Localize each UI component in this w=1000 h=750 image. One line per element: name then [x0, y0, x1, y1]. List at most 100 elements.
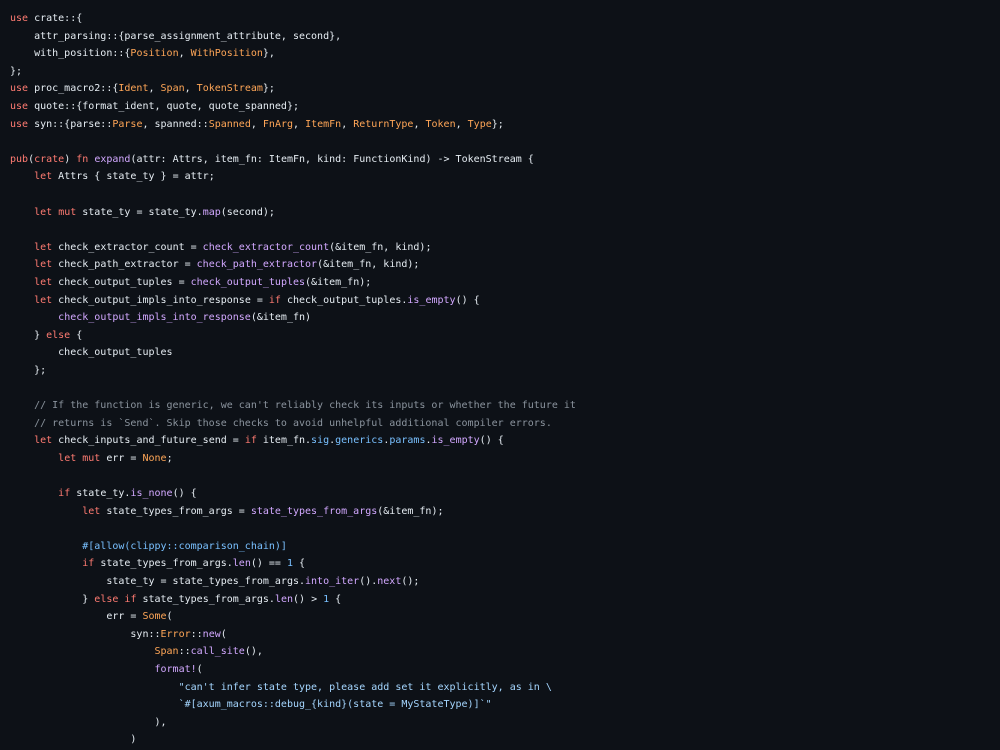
code-token: :: — [178, 646, 191, 658]
code-token: (&item_fn, kind); — [317, 259, 420, 271]
code-token: let — [34, 171, 53, 183]
code-token: ( — [166, 611, 173, 623]
code-token: if — [244, 435, 257, 447]
code-token: if — [58, 488, 71, 500]
code-token: state_types_from_args = — [100, 505, 251, 517]
code-token: check_output_tuples — [190, 276, 306, 288]
code-token: }; — [262, 83, 275, 95]
code-token: next — [377, 576, 402, 587]
code-token: () == — [250, 558, 287, 570]
code-editor[interactable]: use crate::{ attr_parsing::{parse_assign… — [0, 0, 1000, 750]
code-token: // returns is `Send`. Skip those checks … — [10, 417, 552, 429]
code-token: (attr: Attrs, item_fn: ItemFn, kind: Fun… — [130, 153, 534, 165]
code-line: let check_inputs_and_future_send = if it… — [10, 432, 1000, 450]
code-line: with_position::{Position, WithPosition}, — [10, 45, 1000, 63]
code-line: pub(crate) fn expand(attr: Attrs, item_f… — [10, 151, 1000, 169]
code-line: ) — [10, 731, 1000, 749]
code-token: check_output_tuples — [10, 347, 173, 359]
code-token: { — [70, 329, 83, 341]
code-line: syn::Error::new( — [10, 626, 1000, 644]
code-token: Span — [160, 83, 185, 95]
code-token: with_position::{ — [10, 48, 131, 60]
code-line: #[allow(clippy::comparison_chain)] — [10, 538, 1000, 556]
code-token: let — [58, 452, 77, 464]
code-token: ItemFn — [305, 118, 342, 130]
code-token: is_none — [130, 488, 173, 500]
code-token: syn:: — [10, 628, 161, 640]
code-token: Position — [130, 48, 179, 60]
code-token: , — [178, 48, 191, 60]
code-token: check_inputs_and_future_send = — [52, 435, 245, 447]
code-line: if state_types_from_args.len() == 1 { — [10, 555, 1000, 573]
code-token: syn::{parse:: — [28, 118, 113, 130]
code-token: item_fn. — [256, 435, 312, 447]
code-token: { — [329, 593, 342, 605]
code-token: Token — [425, 118, 456, 130]
code-token: let — [34, 241, 53, 253]
code-line: use proc_macro2::{Ident, Span, TokenStre… — [10, 80, 1000, 98]
code-token: check_extractor_count — [202, 241, 330, 253]
code-token: (), — [244, 646, 263, 658]
code-token: , — [413, 118, 426, 130]
code-token: (). — [359, 576, 378, 587]
code-token: Attrs { state_ty } = attr; — [52, 171, 215, 183]
code-line: err = Some( — [10, 608, 1000, 626]
code-token: , spanned:: — [142, 118, 209, 130]
code-token: , — [184, 83, 197, 95]
code-token: FnArg — [262, 118, 294, 130]
code-token: () > — [293, 593, 324, 605]
code-token: format! — [154, 663, 197, 675]
code-token: check_output_impls_into_response = — [52, 294, 269, 306]
code-line: let mut err = None; — [10, 450, 1000, 468]
code-line: let check_path_extractor = check_path_ex… — [10, 256, 1000, 274]
code-token: use — [10, 118, 29, 130]
code-line: "can't infer state type, please add set … — [10, 679, 1000, 697]
code-token: check_path_extractor — [196, 259, 318, 271]
code-line: let check_output_impls_into_response = i… — [10, 292, 1000, 310]
code-token: (second); — [220, 206, 275, 218]
code-token: #[allow(clippy::comparison_chain)] — [82, 540, 287, 552]
code-block: use crate::{ attr_parsing::{parse_assign… — [10, 10, 1000, 749]
code-line: check_output_tuples — [10, 344, 1000, 362]
code-token: let — [34, 259, 53, 271]
code-token: let — [34, 206, 53, 218]
code-token: check_output_impls_into_response — [58, 312, 251, 324]
code-token: (&item_fn, kind); — [329, 241, 432, 253]
code-token: "can't infer state type, please add set … — [10, 681, 552, 693]
code-token: err = — [10, 611, 143, 623]
code-line: format!( — [10, 661, 1000, 679]
code-token: fn — [76, 153, 89, 165]
code-token: (&item_fn); — [305, 276, 372, 288]
code-token: , — [293, 118, 306, 130]
code-token: Ident — [118, 83, 149, 95]
code-token: }, — [262, 48, 275, 60]
code-line: }; — [10, 63, 1000, 81]
code-token: if — [82, 558, 95, 570]
code-token: state_ty = state_ty. — [76, 206, 203, 218]
code-token: sig — [311, 435, 330, 447]
code-line: let mut state_ty = state_ty.map(second); — [10, 204, 1000, 222]
code-token: else — [94, 593, 119, 605]
code-token: () { — [479, 435, 504, 447]
code-token: }; — [10, 65, 23, 77]
code-token: TokenStream — [196, 83, 263, 95]
code-token: let — [34, 276, 53, 288]
code-token: check_extractor_count = — [52, 241, 203, 253]
code-token: // If the function is generic, we can't … — [10, 400, 576, 412]
code-token: Span — [154, 646, 179, 658]
code-line: let state_types_from_args = state_types_… — [10, 503, 1000, 521]
code-token: generics — [335, 435, 384, 447]
code-token: use — [10, 100, 29, 112]
code-line: let check_output_tuples = check_output_t… — [10, 274, 1000, 292]
code-token: new — [202, 628, 221, 640]
code-line: // returns is `Send`. Skip those checks … — [10, 415, 1000, 433]
code-token: () { — [172, 488, 197, 500]
